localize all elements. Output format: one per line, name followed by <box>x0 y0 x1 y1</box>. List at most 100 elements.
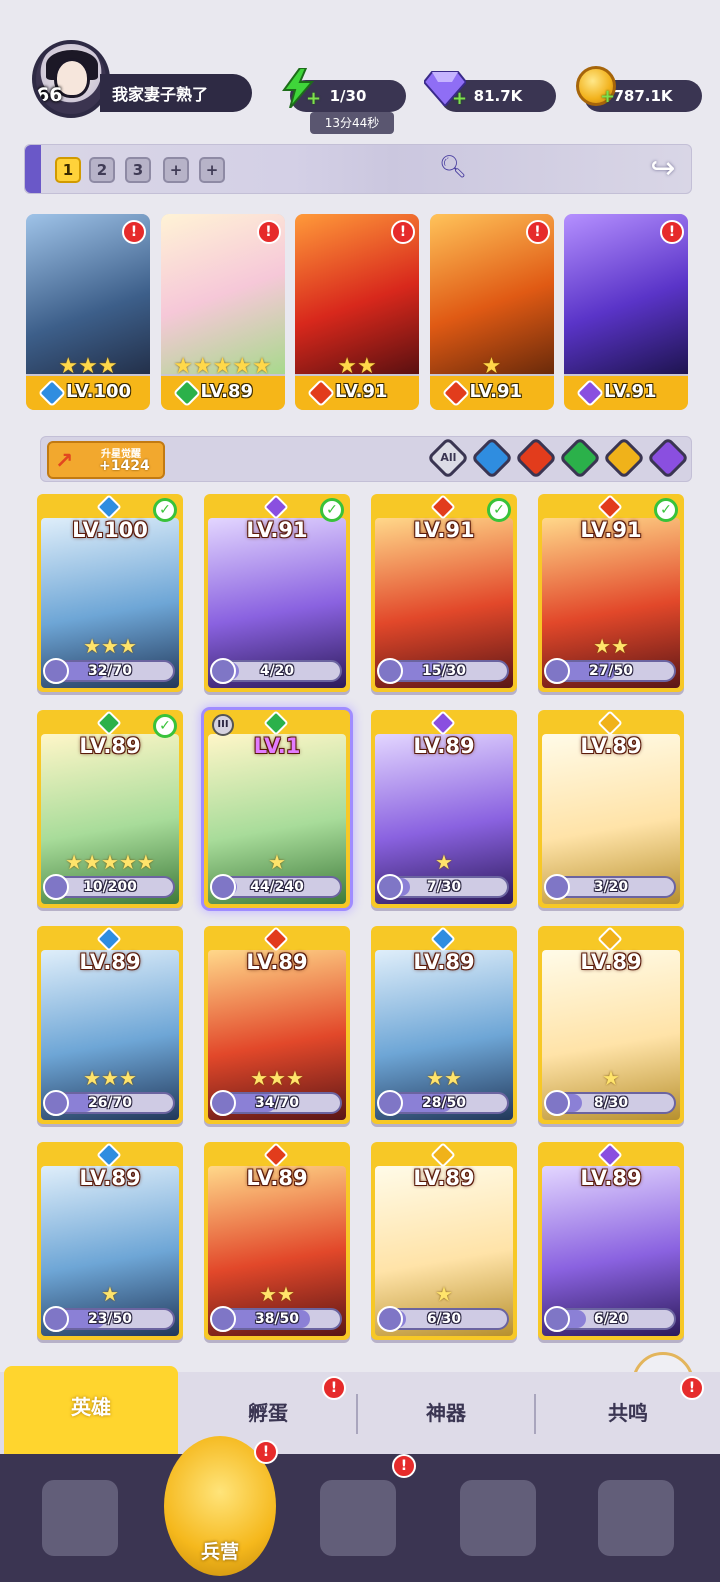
hatch-alert-badge: ! <box>322 1376 346 1400</box>
team-slot-3[interactable]: ★★ LV.91 ! <box>295 214 419 410</box>
slot-level-bar: LV.91 <box>295 376 419 410</box>
hero-stars: ★ <box>268 850 286 874</box>
filter-all-label: All <box>440 451 457 465</box>
team-tab-add[interactable]: + <box>163 157 189 183</box>
shard-count: 23/50 <box>87 1311 133 1327</box>
slot-level-bar: LV.91 <box>564 376 688 410</box>
hero-level: LV.89 <box>79 1166 141 1190</box>
team-slot-1[interactable]: ★★★ LV.100 ! <box>26 214 150 410</box>
shard-progress-bar: 6/20 <box>544 1306 676 1332</box>
add-gold-icon[interactable]: + <box>600 88 615 106</box>
slot-level-bar: LV.89 <box>160 376 285 410</box>
team-selector-bar: 1 2 3 + + 🔍︎ ↪ <box>24 144 692 194</box>
slot-alert-badge: ! <box>391 220 415 244</box>
filter-light-icon[interactable] <box>602 436 646 480</box>
shard-progress-bar: 15/30 <box>377 658 509 684</box>
hero-card[interactable]: LV.89 ★★★★★ 10/200 ✓ <box>37 710 183 908</box>
hero-card[interactable]: LV.89 ★ 8/30 <box>538 926 684 1124</box>
element-dark-icon <box>575 378 605 408</box>
hero-stars: ★★★ <box>250 1066 304 1090</box>
hero-card[interactable]: LV.89 3/20 <box>538 710 684 908</box>
shard-count: 27/50 <box>588 663 634 679</box>
player-level: 66 <box>36 84 63 106</box>
element-wind-icon <box>96 710 122 736</box>
hero-stars: ★★ <box>259 1282 295 1306</box>
filter-fire-icon[interactable] <box>514 436 558 480</box>
player-avatar[interactable]: 66 <box>32 40 110 118</box>
element-fire-icon <box>441 378 470 408</box>
team-tab-3[interactable]: 3 <box>125 157 151 183</box>
hero-level: LV.89 <box>79 950 141 974</box>
team-slot-5[interactable]: LV.91 ! <box>564 214 688 410</box>
hero-card[interactable]: LV.89 ★ 6/30 <box>371 1142 517 1340</box>
hero-card[interactable]: LV.91 ★★ 27/50 ✓ <box>538 494 684 692</box>
slot-alert-badge: ! <box>256 220 281 244</box>
shard-progress-bar: 32/70 <box>43 658 175 684</box>
in-team-check-icon: ✓ <box>654 498 678 522</box>
hero-level: LV.89 <box>246 950 308 974</box>
filter-wind-icon[interactable] <box>558 436 602 480</box>
hero-stars: ★ <box>435 1282 453 1306</box>
hero-card[interactable]: LV.1 ★ 44/240 III <box>204 710 350 908</box>
element-water-icon <box>96 926 122 952</box>
shard-count: 44/240 <box>250 879 304 895</box>
filter-dark-icon[interactable] <box>646 436 690 480</box>
hero-card[interactable]: LV.89 ★ 7/30 <box>371 710 517 908</box>
hero-stars: ★★★ <box>83 1066 137 1090</box>
team-tab-1[interactable]: 1 <box>55 157 81 183</box>
add-gem-icon[interactable]: + <box>452 90 467 108</box>
slot-level: LV.89 <box>200 381 254 402</box>
team-slot-2[interactable]: ★★★★★ LV.89 ! <box>160 214 285 410</box>
rank-badge: III <box>212 714 234 736</box>
element-light-icon <box>597 926 623 952</box>
in-team-check-icon: ✓ <box>153 714 177 738</box>
shard-count: 28/50 <box>421 1095 467 1111</box>
slot-alert-badge: ! <box>122 220 146 244</box>
shard-count: 7/30 <box>426 879 462 895</box>
nav-castle-icon[interactable] <box>460 1480 536 1556</box>
magnifier-search-icon[interactable]: 🔍︎ <box>439 155 467 183</box>
element-fire-icon <box>430 494 456 520</box>
add-energy-icon[interactable]: + <box>306 90 321 108</box>
hero-card[interactable]: LV.100 ★★★ 32/70 ✓ <box>37 494 183 692</box>
hero-level: LV.89 <box>580 734 642 758</box>
tab-heroes[interactable]: 英雄 <box>4 1366 178 1454</box>
share-icon[interactable]: ↪ <box>643 149 683 189</box>
in-team-check-icon: ✓ <box>487 498 511 522</box>
hero-card[interactable]: LV.89 ★★★ 26/70 <box>37 926 183 1124</box>
gold-value: 787.1K <box>613 87 673 105</box>
element-dark-icon <box>430 710 456 736</box>
shard-progress-bar: 34/70 <box>210 1090 342 1116</box>
hero-card[interactable]: LV.91 4/20 ✓ <box>204 494 350 692</box>
team-slot-4[interactable]: ★ LV.91 ! <box>429 214 554 410</box>
nav-map-icon[interactable] <box>320 1480 396 1556</box>
hero-card[interactable]: LV.89 6/20 <box>538 1142 684 1340</box>
resonance-alert-badge: ! <box>680 1376 704 1400</box>
filter-water-icon[interactable] <box>470 436 514 480</box>
shard-count: 15/30 <box>421 663 467 679</box>
shard-progress-bar: 6/30 <box>377 1306 509 1332</box>
filter-all-button[interactable]: All <box>426 436 470 480</box>
nav-map-alert-badge: ! <box>392 1454 416 1478</box>
hero-card[interactable]: LV.89 ★ 23/50 <box>37 1142 183 1340</box>
hero-card[interactable]: LV.89 ★★ 38/50 <box>204 1142 350 1340</box>
star-awaken-button[interactable]: ↗ 升星觉醒 +1424 <box>47 441 165 479</box>
hero-level: LV.89 <box>413 734 475 758</box>
hero-card[interactable]: LV.89 ★★★ 34/70 <box>204 926 350 1124</box>
nav-guild-icon[interactable] <box>598 1480 674 1556</box>
hero-stars: ★ <box>101 1282 119 1306</box>
shard-count: 38/50 <box>254 1311 300 1327</box>
hero-card[interactable]: LV.89 ★★ 28/50 <box>371 926 517 1124</box>
gem-value: 81.7K <box>473 87 523 105</box>
player-name-bar[interactable]: 我家妻子熟了 <box>100 74 252 112</box>
tab-artifact[interactable]: 神器 <box>358 1372 534 1454</box>
nav-cards-icon[interactable] <box>42 1480 118 1556</box>
team-tab-2[interactable]: 2 <box>89 157 115 183</box>
shard-progress-bar: 28/50 <box>377 1090 509 1116</box>
hero-card[interactable]: LV.91 15/30 ✓ <box>371 494 517 692</box>
hero-stars: ★ <box>602 1066 620 1090</box>
slot-level: LV.91 <box>335 381 388 402</box>
element-water-icon <box>430 926 456 952</box>
shard-count: 4/20 <box>259 663 295 679</box>
team-tab-add-2[interactable]: + <box>199 157 225 183</box>
